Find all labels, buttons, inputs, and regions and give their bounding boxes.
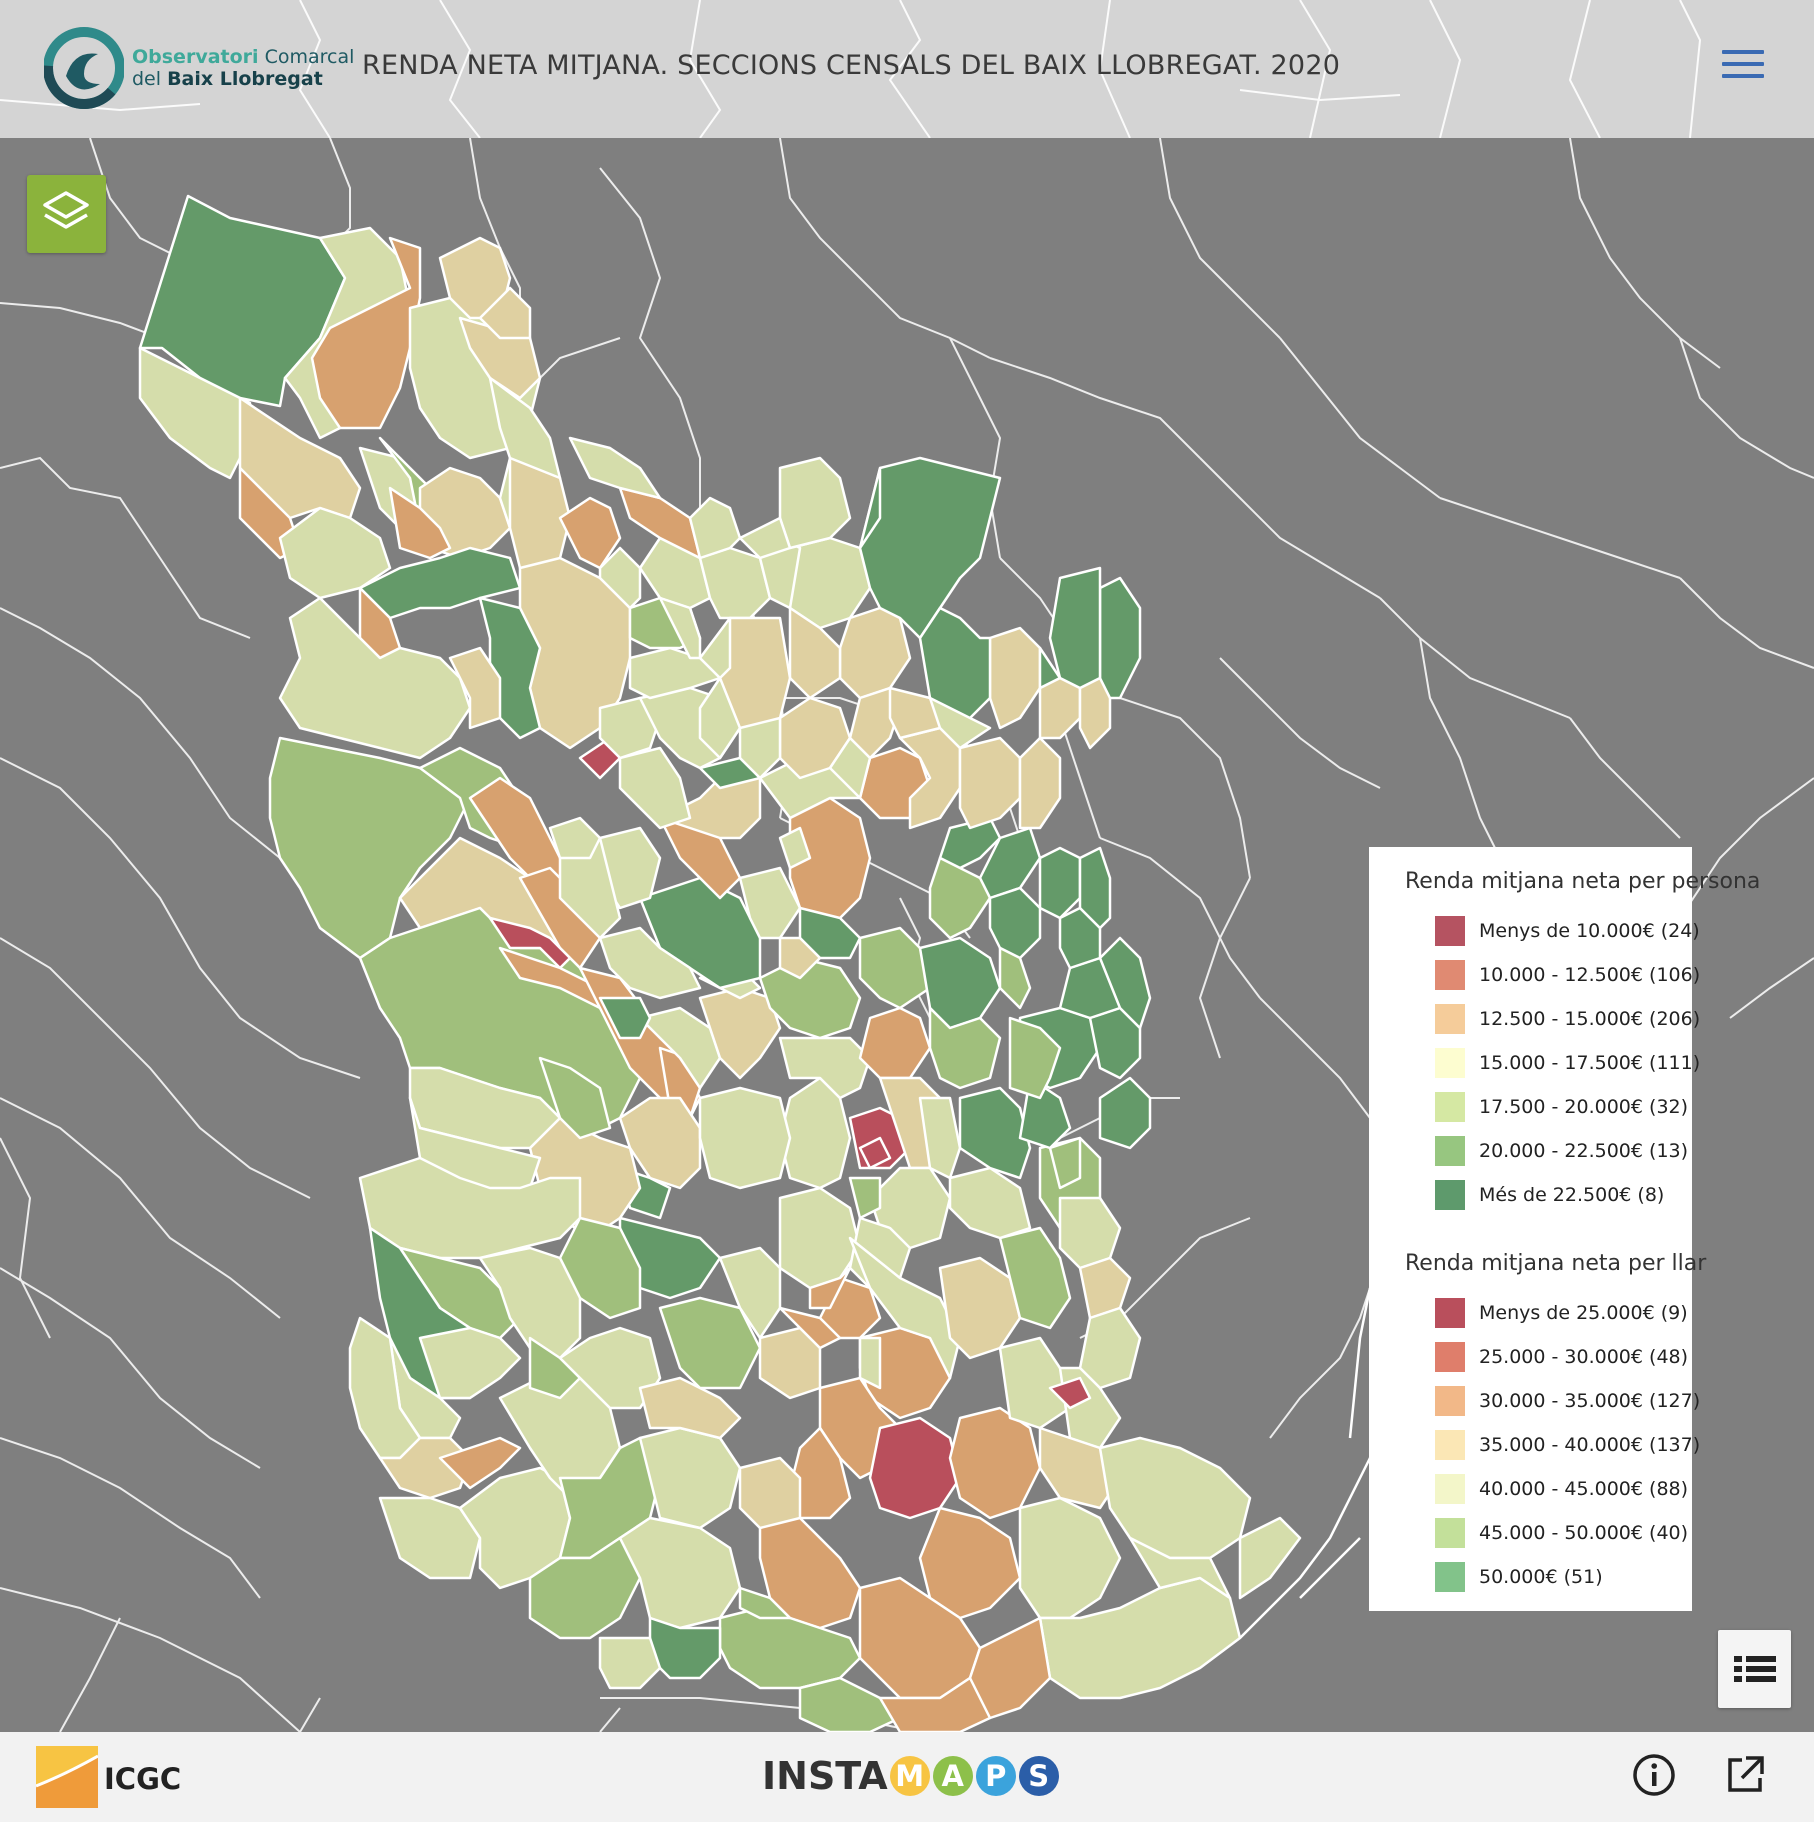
instamaps-logo[interactable]: INSTA M A P S [762, 1750, 1062, 1802]
observatori-logo-icon [44, 27, 124, 109]
legend-item: 12.500 - 15.000€ (206) [1435, 1003, 1700, 1035]
layers-icon [43, 191, 89, 229]
legend-item: 10.000 - 12.500€ (106) [1435, 959, 1700, 991]
legend-item: Menys de 25.000€ (9) [1435, 1297, 1688, 1329]
info-icon[interactable] [1631, 1752, 1677, 1798]
legend-item: 20.000 - 22.500€ (13) [1435, 1135, 1688, 1167]
legend-swatch [1435, 1342, 1465, 1372]
legend-item: 45.000 - 50.000€ (40) [1435, 1517, 1688, 1549]
legend-swatch [1435, 1092, 1465, 1122]
legend-swatch [1435, 1386, 1465, 1416]
legend-title-per-persona: Renda mitjana neta per persona [1405, 869, 1761, 894]
legend-swatch [1435, 1136, 1465, 1166]
page-title: RENDA NETA MITJANA. SECCIONS CENSALS DEL… [362, 50, 1341, 81]
legend-item: 17.500 - 20.000€ (32) [1435, 1091, 1688, 1123]
legend-swatch [1435, 1180, 1465, 1210]
instamaps-letter-m: M [889, 1756, 930, 1796]
legend-swatch [1435, 1048, 1465, 1078]
legend-swatch [1435, 916, 1465, 946]
legend-item: 40.000 - 45.000€ (88) [1435, 1473, 1688, 1505]
instamaps-letter-s: S [1018, 1756, 1059, 1796]
external-link-icon[interactable] [1722, 1752, 1768, 1798]
legend-swatch [1435, 1518, 1465, 1548]
instamaps-letter-p: P [975, 1756, 1016, 1796]
footer: ICGC INSTA M A P S [0, 1732, 1814, 1822]
legend-swatch [1435, 1562, 1465, 1592]
legend-item: Més de 22.500€ (8) [1435, 1179, 1664, 1211]
legend-item: 35.000 - 40.000€ (137) [1435, 1429, 1700, 1461]
legend-swatch [1435, 960, 1465, 990]
layers-button[interactable] [27, 175, 106, 253]
legend-item: 25.000 - 30.000€ (48) [1435, 1341, 1688, 1373]
map-legend: Renda mitjana neta per persona Menys de … [1369, 847, 1760, 1611]
instamaps-word: INSTA [762, 1754, 888, 1798]
legend-item: 15.000 - 17.500€ (111) [1435, 1047, 1700, 1079]
icgc-label: ICGC [104, 1762, 182, 1796]
legend-toggle-button[interactable] [1718, 1630, 1791, 1708]
legend-swatch [1435, 1298, 1465, 1328]
icgc-logo-icon [36, 1746, 98, 1808]
observatori-logo-text: Observatori Comarcal del Baix Llobregat [132, 46, 355, 90]
hamburger-menu-icon[interactable] [1722, 50, 1764, 80]
legend-swatch [1435, 1474, 1465, 1504]
census-sections[interactable] [138, 194, 1302, 1732]
legend-title-per-llar: Renda mitjana neta per llar [1405, 1251, 1707, 1276]
legend-swatch [1435, 1004, 1465, 1034]
legend-item: Menys de 10.000€ (24) [1435, 915, 1700, 947]
list-icon [1734, 1656, 1776, 1682]
instamaps-letter-a: A [932, 1756, 973, 1796]
legend-item: 50.000€ (51) [1435, 1561, 1603, 1593]
header: Observatori Comarcal del Baix Llobregat … [0, 0, 1814, 138]
legend-item: 30.000 - 35.000€ (127) [1435, 1385, 1700, 1417]
legend-swatch [1435, 1430, 1465, 1460]
